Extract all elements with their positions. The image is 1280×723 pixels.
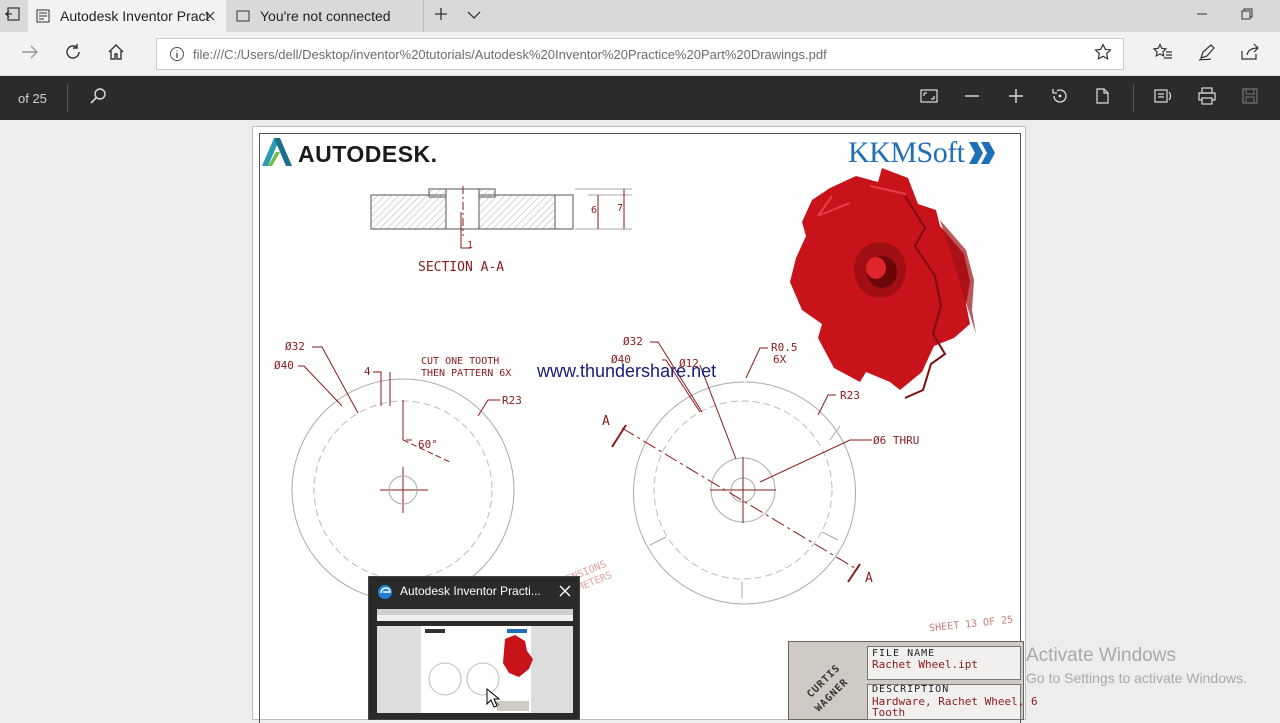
description-value-2: Tooth: [872, 706, 906, 719]
ratchet-wheel-3d-model: [790, 168, 976, 399]
left-view: [291, 346, 515, 602]
dim-r23-right: R23: [840, 389, 860, 402]
mouse-cursor: [486, 687, 501, 713]
cut-note-line2: THEN PATTERN 6X: [421, 368, 512, 379]
dim-six: 6: [591, 205, 598, 216]
thumbnail-image: [377, 609, 573, 713]
dim-one: 1: [467, 240, 474, 251]
dim-r23-left: R23: [502, 394, 522, 407]
dim-6x: 6X: [773, 353, 787, 366]
dim-sixty: 60°: [418, 438, 438, 451]
dim-seven: 7: [617, 203, 624, 214]
dim-d32-right: Ø32: [623, 335, 643, 348]
edge-browser-icon: [377, 584, 393, 605]
dim-d32-left: Ø32: [285, 340, 305, 353]
dim-d40-left: Ø40: [274, 359, 294, 372]
file-name-value: Rachet Wheel.ipt: [872, 658, 978, 671]
dim-d6-thru: Ø6 THRU: [873, 434, 920, 447]
watermark-text: www.thundershare.net: [537, 361, 717, 381]
dim-four: 4: [364, 365, 371, 378]
taskbar-thumbnail-preview[interactable]: Autodesk Inventor Practi...: [368, 576, 580, 720]
description-label: DESCRIPTION: [872, 684, 950, 695]
section-label: SECTION A-A: [418, 260, 505, 275]
activate-windows-watermark: Activate Windows Go to Settings to activ…: [1026, 645, 1247, 686]
close-icon[interactable]: [558, 584, 572, 603]
section-view: [370, 186, 632, 249]
section-marker-a-top: A: [602, 414, 610, 429]
cut-note-line1: CUT ONE TOOTH: [421, 356, 500, 367]
title-block: CURTIS WAGNER FILE NAME Rachet Wheel.ipt…: [788, 641, 1038, 720]
activate-subtitle: Go to Settings to activate Windows.: [1026, 670, 1247, 686]
thumbnail-title: Autodesk Inventor Practi...: [400, 584, 541, 598]
activate-title: Activate Windows: [1026, 645, 1176, 666]
technical-drawing: [291, 168, 976, 719]
section-marker-a-bottom: A: [865, 571, 873, 586]
